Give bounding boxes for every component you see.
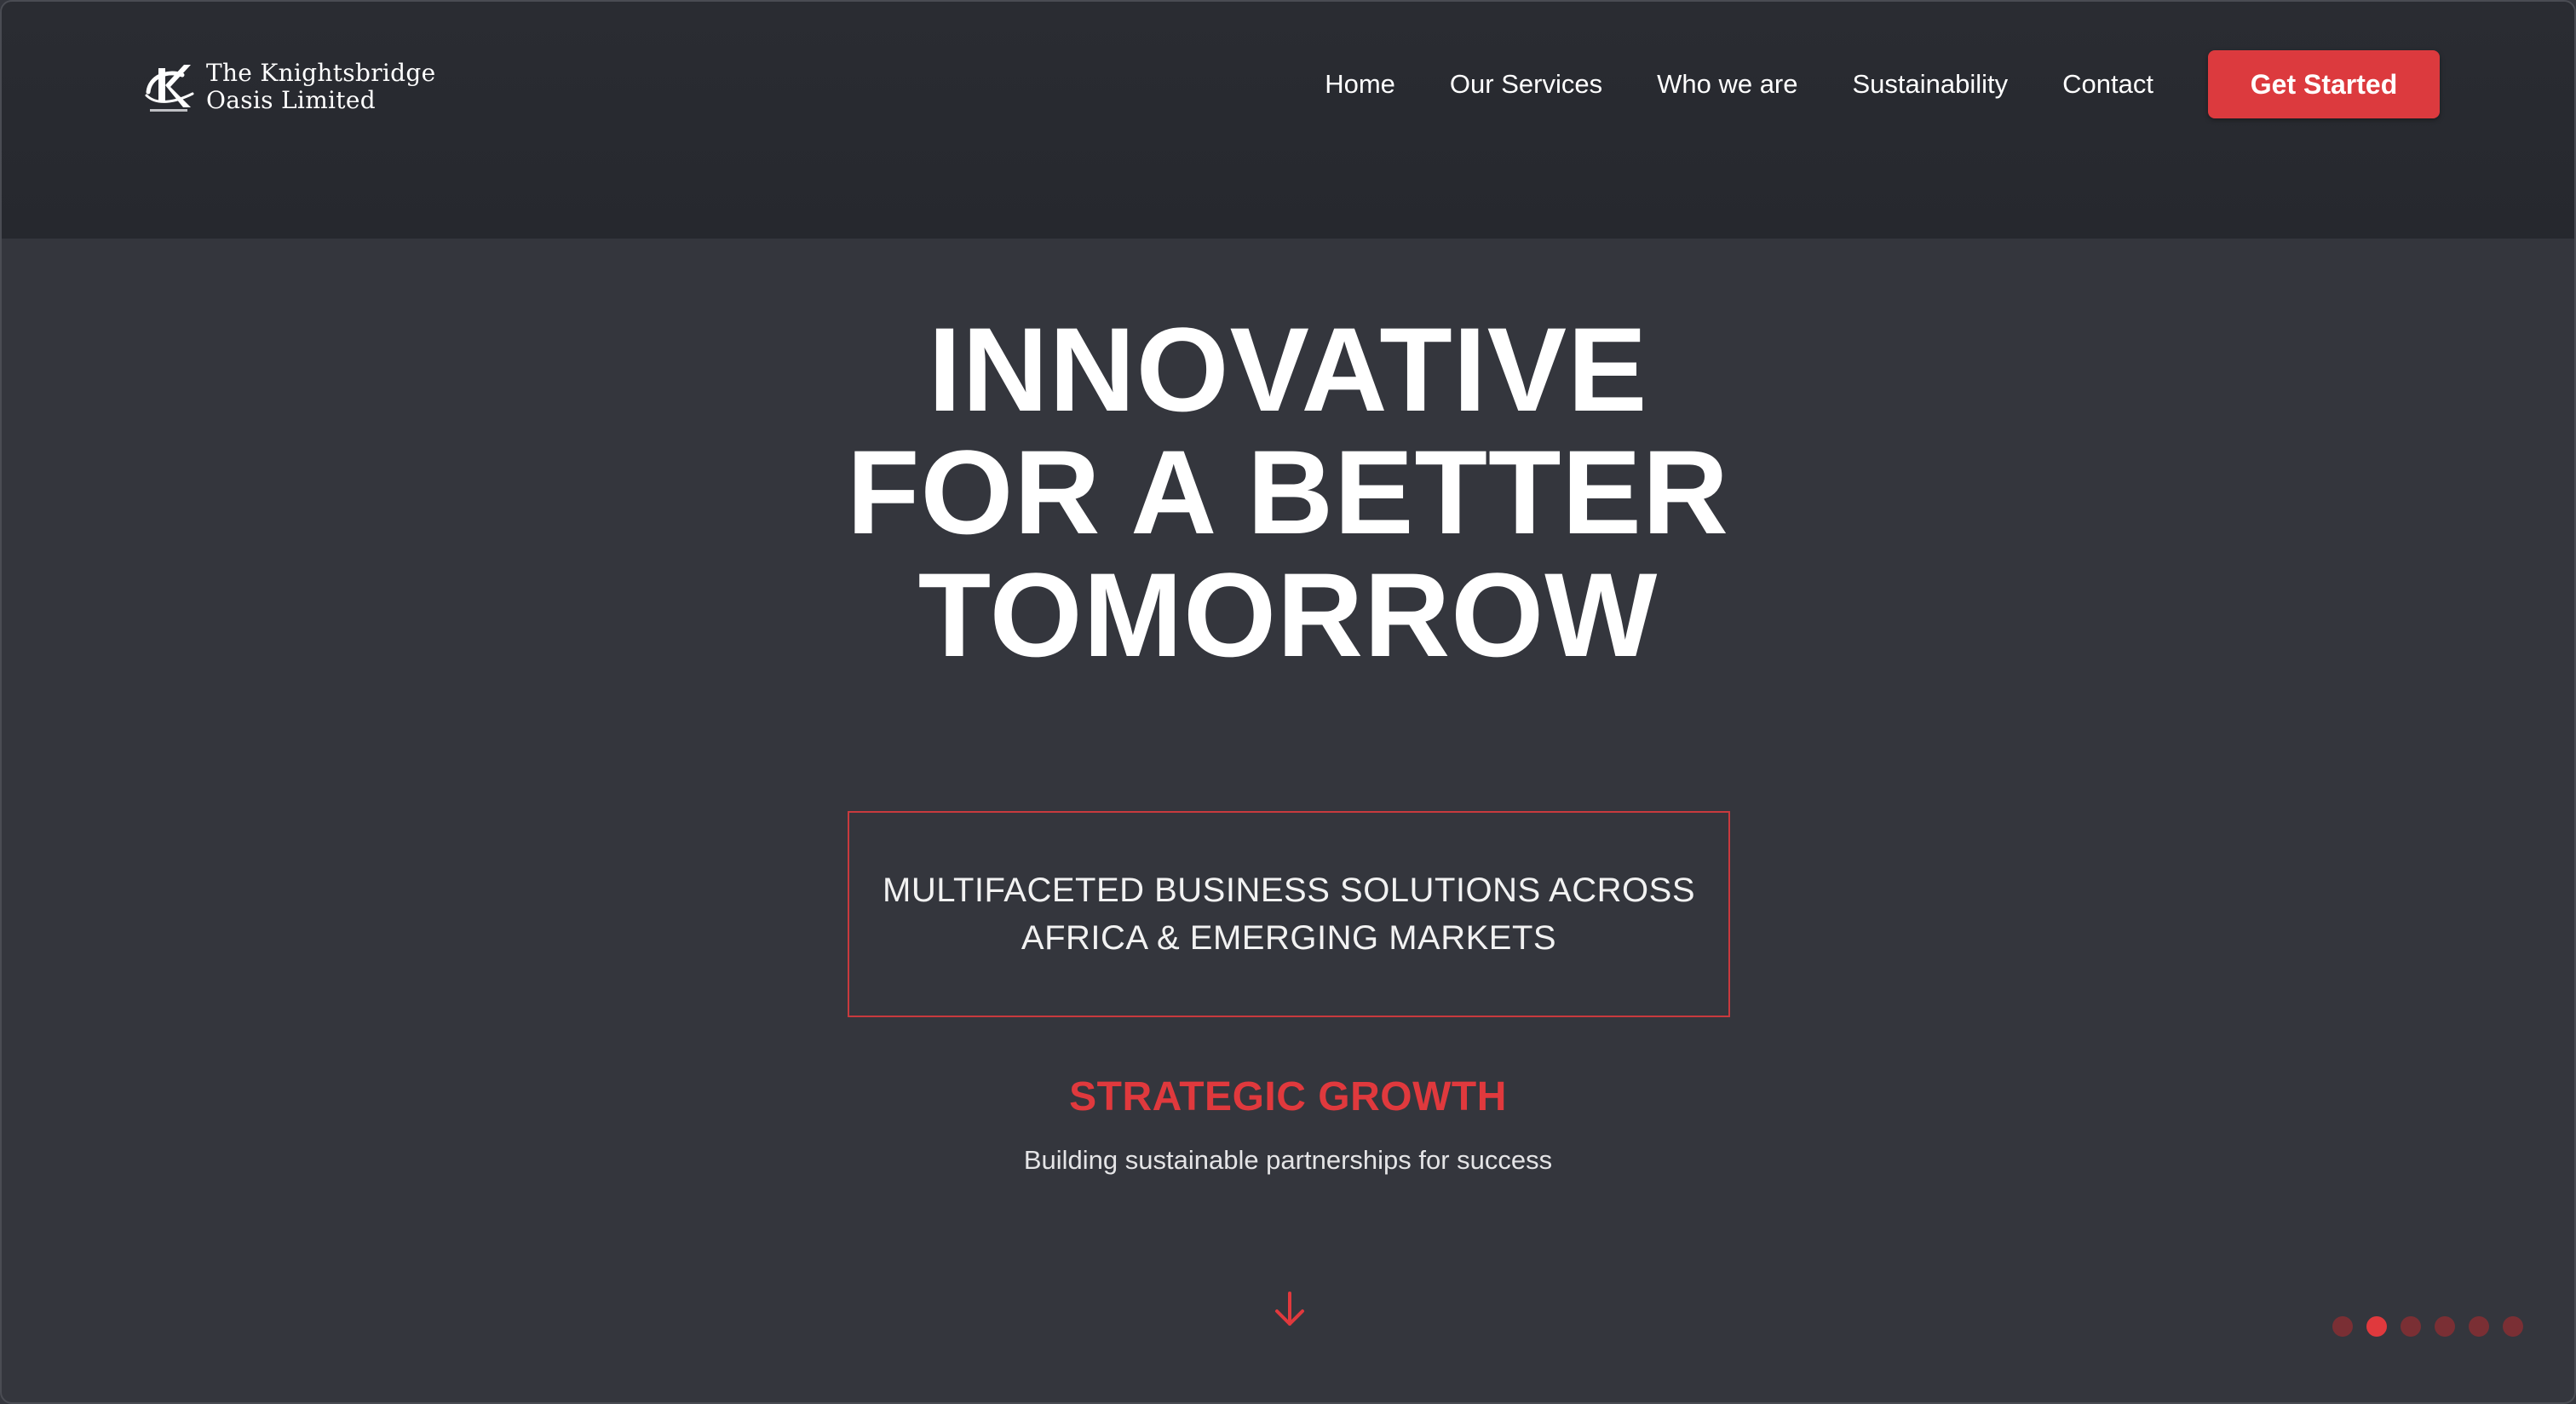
tagline-line: MULTIFACETED BUSINESS SOLUTIONS ACROSS (883, 872, 1695, 909)
slider-dot[interactable] (2366, 1316, 2387, 1337)
hero-title-line: INNOVATIVE (928, 302, 1648, 436)
slider-dot[interactable] (2401, 1316, 2421, 1337)
slider-dot[interactable] (2332, 1316, 2353, 1337)
brand-name-line2: Oasis Limited (206, 86, 376, 114)
brand-logo-link[interactable]: The Knightsbridge Oasis Limited (141, 56, 435, 118)
arrow-down-icon[interactable] (1273, 1290, 1307, 1329)
nav-our-services[interactable]: Our Services (1450, 69, 1602, 100)
nav-home[interactable]: Home (1325, 69, 1395, 100)
slider-dot[interactable] (2469, 1316, 2489, 1337)
brand-name: The Knightsbridge Oasis Limited (206, 60, 435, 114)
nav-who-we-are[interactable]: Who we are (1657, 69, 1797, 100)
get-started-button[interactable]: Get Started (2208, 50, 2440, 118)
nav-sustainability[interactable]: Sustainability (1853, 69, 2009, 100)
main-nav: Home Our Services Who we are Sustainabil… (1325, 49, 2440, 119)
nav-contact[interactable]: Contact (2062, 69, 2153, 100)
slider-dots (2332, 1316, 2523, 1337)
slide-subtext: Building sustainable partnerships for su… (1023, 1145, 1553, 1175)
hero-title-line: FOR A BETTER (846, 425, 1730, 559)
brand-name-line1: The Knightsbridge (206, 59, 436, 87)
knightsbridge-k-logo-icon (145, 65, 194, 112)
slider-dot[interactable] (2503, 1316, 2523, 1337)
tagline-line: AFRICA & EMERGING MARKETS (1021, 919, 1557, 957)
page: The Knightsbridge Oasis Limited Home Our… (0, 0, 2576, 1404)
slider-dot[interactable] (2435, 1316, 2455, 1337)
hero-title: INNOVATIVE FOR A BETTER TOMORROW (2, 308, 2574, 676)
site-header: The Knightsbridge Oasis Limited Home Our… (2, 2, 2574, 239)
hero-title-line: TOMORROW (917, 548, 1659, 682)
slide-heading: STRATEGIC GROWTH (1069, 1074, 1507, 1119)
tagline-box: MULTIFACETED BUSINESS SOLUTIONS ACROSS A… (848, 811, 1730, 1017)
